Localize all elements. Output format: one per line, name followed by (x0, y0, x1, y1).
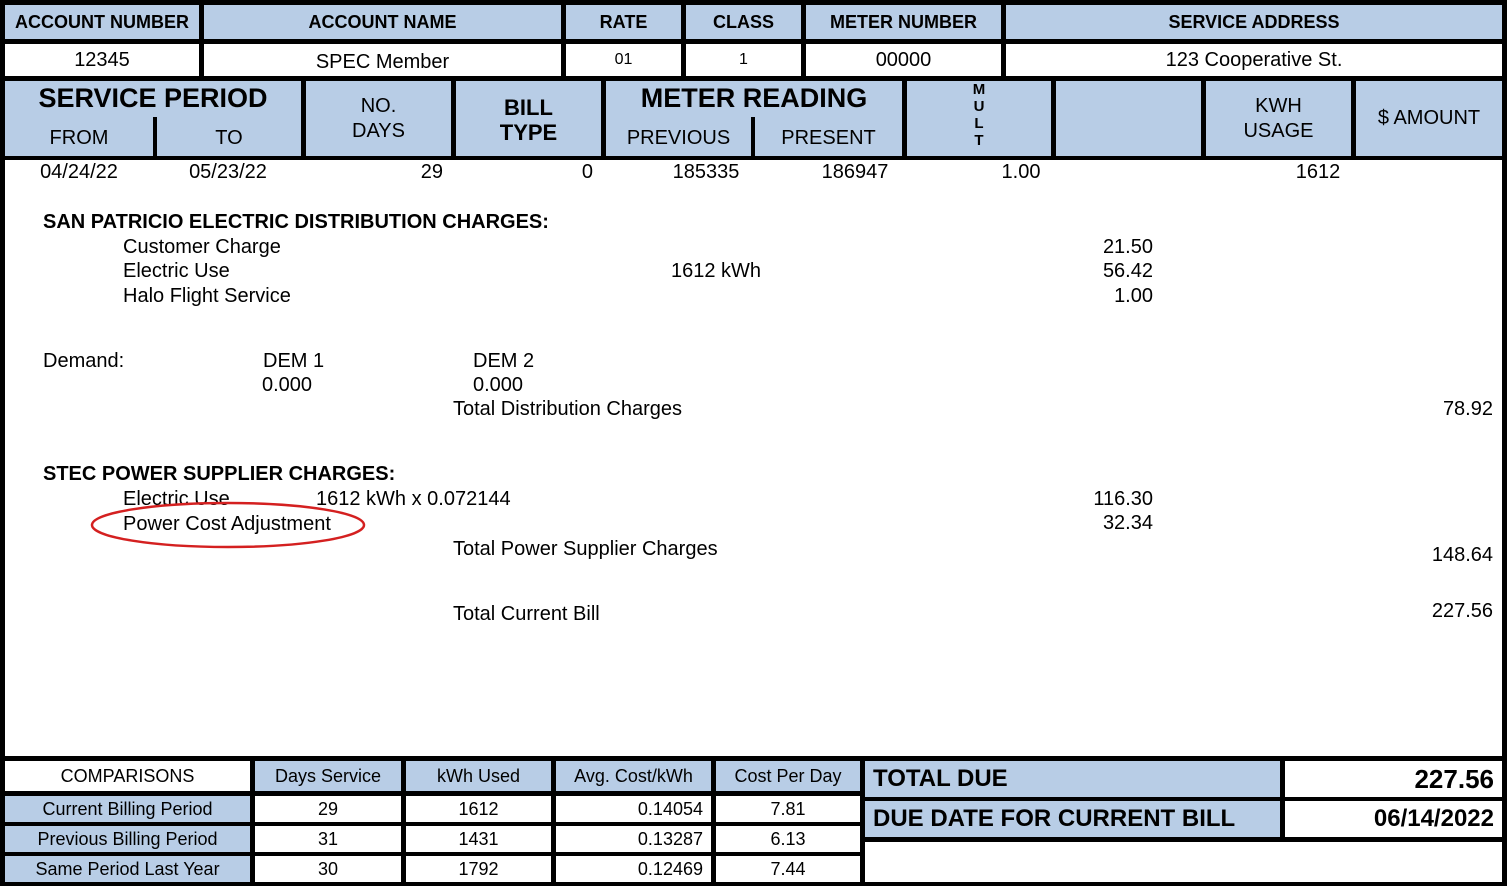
period-from: 04/24/22 (40, 161, 118, 183)
amount-header: $ AMOUNT (1356, 81, 1502, 156)
class-value: 1 (686, 44, 801, 76)
kwh-usage-value: 1612 (1295, 161, 1341, 183)
electric-use-kwh: 1612 kWh (671, 260, 762, 282)
due-date-label: DUE DATE FOR CURRENT BILL (865, 801, 1280, 837)
comparison-per-day: 7.44 (716, 856, 860, 882)
total-current-bill-label: Total Current Bill (453, 603, 600, 625)
comparison-kwh: 1431 (406, 826, 551, 852)
dem2-value: 0.000 (473, 374, 524, 396)
cost-per-day-header: Cost Per Day (716, 761, 860, 791)
mult-letter: L (974, 115, 984, 132)
days-value: 29 (420, 161, 443, 183)
days-service-header: Days Service (255, 761, 401, 791)
bill-type-value: 0 (581, 161, 593, 183)
kwh-used-header: kWh Used (406, 761, 551, 791)
comparison-days: 30 (255, 856, 401, 882)
comparison-kwh: 1612 (406, 796, 551, 822)
mult-letter: T (974, 132, 984, 149)
account-number-value: 12345 (5, 44, 199, 76)
kwh-label: KWH (1255, 95, 1302, 117)
period-to: 05/23/22 (189, 161, 267, 183)
account-name-label: ACCOUNT NAME (204, 5, 561, 39)
usage-label: USAGE (1243, 120, 1314, 142)
comparison-days: 31 (255, 826, 401, 852)
mult-letter: U (973, 98, 985, 115)
days-label: DAYS (352, 120, 405, 142)
service-address-label: SERVICE ADDRESS (1006, 5, 1502, 39)
from-label: FROM (49, 127, 109, 149)
highlight-ellipse (90, 501, 366, 549)
customer-charge-label: Customer Charge (123, 236, 281, 258)
account-name-value: SPEC Member (204, 44, 561, 76)
bill-body: 04/24/22 05/23/22 29 0 185335 186947 1.0… (5, 160, 1502, 756)
comparison-per-day: 6.13 (716, 826, 860, 852)
total-due-label: TOTAL DUE (865, 761, 1280, 797)
amount-label: $ AMOUNT (1377, 107, 1481, 129)
comparison-row-label: Current Billing Period (5, 796, 250, 822)
halo-flight-label: Halo Flight Service (123, 285, 291, 307)
comparison-avg: 0.12469 (556, 856, 711, 882)
kwh-usage-header: KWH USAGE (1206, 81, 1351, 156)
mult-letter: M (972, 81, 986, 98)
class-label: CLASS (686, 5, 801, 39)
blank-header (1056, 81, 1201, 156)
previous-label: PREVIOUS (626, 127, 731, 149)
comparison-days: 29 (255, 796, 401, 822)
comparison-row-label: Previous Billing Period (5, 826, 250, 852)
mult-value: 1.00 (1001, 161, 1041, 183)
halo-flight-amount: 1.00 (1114, 285, 1153, 307)
to-label: TO (215, 127, 243, 149)
total-current-bill-amount: 227.56 (1431, 600, 1493, 622)
comparison-kwh: 1792 (406, 856, 551, 882)
demand-label: Demand: (43, 350, 125, 372)
power-cost-adjustment-amount: 32.34 (1102, 512, 1153, 534)
bill-label: BILL (504, 95, 553, 120)
avg-cost-header: Avg. Cost/kWh (556, 761, 711, 791)
electric-use-label: Electric Use (123, 260, 230, 282)
comparisons-header: COMPARISONS (5, 761, 250, 791)
total-due-amount: 227.56 (1285, 761, 1502, 797)
supplier-title: STEC POWER SUPPLIER CHARGES: (43, 463, 396, 485)
present-label: PRESENT (781, 127, 876, 149)
bill-type-header: BILL TYPE (456, 81, 601, 156)
dem1-label: DEM 1 (263, 350, 325, 372)
total-distribution-label: Total Distribution Charges (453, 398, 682, 420)
service-period-title: SERVICE PERIOD (38, 83, 268, 113)
total-supplier-label: Total Power Supplier Charges (453, 538, 718, 560)
blank-footer-cell (865, 842, 1502, 882)
comparison-avg: 0.13287 (556, 826, 711, 852)
customer-charge-amount: 21.50 (1102, 236, 1153, 258)
distribution-title: SAN PATRICIO ELECTRIC DISTRIBUTION CHARG… (43, 211, 549, 233)
meter-number-value: 00000 (806, 44, 1001, 76)
due-date-value: 06/14/2022 (1285, 801, 1502, 837)
comparison-avg: 0.14054 (556, 796, 711, 822)
electric-use-amount: 56.42 (1102, 260, 1153, 282)
account-number-label: ACCOUNT NUMBER (5, 5, 199, 39)
meter-number-label: METER NUMBER (806, 5, 1001, 39)
service-address-value: 123 Cooperative St. (1006, 44, 1502, 76)
mult-header: M U L T (907, 81, 1051, 156)
no-label: NO. (360, 95, 397, 117)
rate-label: RATE (566, 5, 681, 39)
type-label: TYPE (499, 120, 558, 145)
comparison-per-day: 7.81 (716, 796, 860, 822)
dem1-value: 0.000 (262, 374, 313, 396)
supplier-electric-use-amount: 116.30 (1093, 488, 1153, 510)
total-supplier-amount: 148.64 (1431, 544, 1493, 566)
rate-value: 01 (566, 44, 681, 76)
no-days-header: NO. DAYS (306, 81, 451, 156)
meter-reading-title: METER READING (640, 83, 868, 113)
comparison-row-label: Same Period Last Year (5, 856, 250, 882)
mult-label: M U L T (969, 81, 989, 149)
dem2-label: DEM 2 (473, 350, 535, 372)
total-distribution-amount: 78.92 (1442, 398, 1493, 420)
